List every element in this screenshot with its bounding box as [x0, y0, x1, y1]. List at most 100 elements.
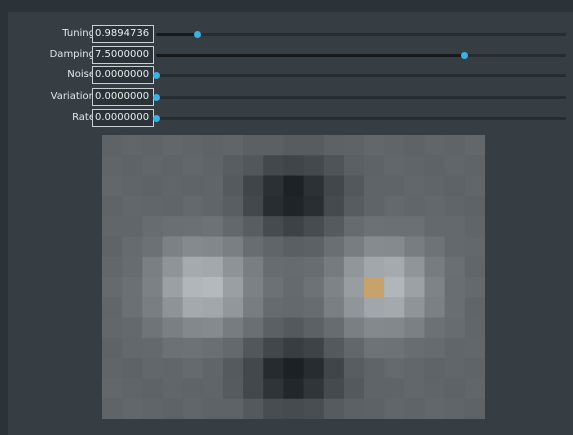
grid-cell[interactable]	[323, 317, 345, 339]
grid-cell[interactable]	[102, 337, 123, 359]
grid-cell[interactable]	[404, 337, 425, 359]
variation-slider[interactable]	[153, 94, 566, 101]
grid-cell[interactable]	[283, 236, 304, 258]
grid-cell[interactable]	[222, 155, 244, 176]
grid-cell[interactable]	[202, 195, 224, 217]
grid-cell[interactable]	[283, 277, 304, 298]
grid-cell[interactable]	[323, 236, 345, 258]
grid-cell[interactable]	[122, 297, 143, 318]
grid-cell[interactable]	[323, 155, 345, 176]
grid-cell[interactable]	[122, 175, 143, 197]
grid-cell[interactable]	[142, 195, 163, 217]
grid-cell[interactable]	[464, 317, 485, 339]
grid-cell[interactable]	[343, 135, 365, 156]
grid-cell[interactable]	[202, 277, 224, 298]
grid-cell[interactable]	[384, 358, 405, 379]
grid-cell[interactable]	[424, 358, 446, 379]
grid-cell[interactable]	[364, 256, 385, 278]
grid-cell[interactable]	[444, 398, 466, 419]
grid-cell[interactable]	[162, 358, 184, 379]
grid-cell[interactable]	[384, 297, 405, 318]
grid-cell[interactable]	[444, 277, 466, 298]
grid-cell[interactable]	[404, 175, 425, 197]
grid-cell[interactable]	[102, 175, 123, 197]
grid-cell[interactable]	[364, 236, 385, 258]
grid-cell[interactable]	[323, 175, 345, 197]
grid-cell[interactable]	[102, 135, 123, 156]
grid-cell[interactable]	[464, 378, 485, 400]
grid-cell[interactable]	[102, 358, 123, 379]
grid-cell[interactable]	[263, 378, 284, 400]
grid-cell[interactable]	[263, 297, 284, 318]
grid-cell[interactable]	[222, 216, 244, 237]
grid-cell[interactable]	[263, 216, 284, 237]
grid-cell[interactable]	[142, 256, 163, 278]
grid-cell[interactable]	[102, 297, 123, 318]
grid-cell[interactable]	[162, 216, 184, 237]
grid-cell[interactable]	[182, 398, 204, 419]
grid-cell[interactable]	[303, 297, 325, 318]
grid-cell[interactable]	[243, 398, 264, 419]
grid-cell[interactable]	[343, 256, 365, 278]
grid-cell[interactable]	[102, 256, 123, 278]
grid-cell[interactable]	[263, 317, 284, 339]
grid-cell[interactable]	[343, 236, 365, 258]
grid-cell[interactable]	[182, 155, 204, 176]
noise-slider[interactable]	[153, 72, 566, 79]
grid-cell[interactable]	[303, 317, 325, 339]
grid-cell[interactable]	[182, 175, 204, 197]
grid-cell[interactable]	[182, 378, 204, 400]
grid-cell[interactable]	[142, 155, 163, 176]
grid-cell[interactable]	[404, 378, 425, 400]
grid-cell[interactable]	[464, 256, 485, 278]
grid-cell[interactable]	[102, 195, 123, 217]
grid-cell[interactable]	[222, 135, 244, 156]
grid-cell[interactable]	[122, 317, 143, 339]
grid-cell[interactable]	[162, 135, 184, 156]
grid-cell[interactable]	[182, 135, 204, 156]
grid-cell[interactable]	[444, 135, 466, 156]
grid-cell[interactable]	[384, 135, 405, 156]
grid-cell[interactable]	[142, 378, 163, 400]
grid-cell[interactable]	[323, 297, 345, 318]
grid-cell[interactable]	[263, 236, 284, 258]
grid-cell[interactable]	[222, 256, 244, 278]
grid-cell[interactable]	[122, 216, 143, 237]
grid-cell[interactable]	[424, 216, 446, 237]
grid-cell[interactable]	[142, 358, 163, 379]
grid-cell[interactable]	[464, 297, 485, 318]
grid-cell[interactable]	[263, 398, 284, 419]
grid-cell[interactable]	[384, 236, 405, 258]
grid-cell[interactable]	[243, 135, 264, 156]
grid-cell[interactable]	[364, 297, 385, 318]
grid-cell[interactable]	[444, 358, 466, 379]
grid-cell[interactable]	[303, 155, 325, 176]
grid-cell[interactable]	[464, 277, 485, 298]
grid-cell[interactable]	[243, 337, 264, 359]
grid-cell[interactable]	[122, 155, 143, 176]
grid-cell[interactable]	[122, 135, 143, 156]
grid-cell[interactable]	[464, 175, 485, 197]
grid-cell[interactable]	[182, 358, 204, 379]
grid-cell[interactable]	[142, 317, 163, 339]
grid-cell[interactable]	[303, 216, 325, 237]
grid-cell[interactable]	[364, 195, 385, 217]
grid-cell[interactable]	[283, 256, 304, 278]
grid-cell[interactable]	[364, 337, 385, 359]
grid-cell[interactable]	[202, 135, 224, 156]
grid-cell[interactable]	[283, 195, 304, 217]
noise-value-field[interactable]: 0.0000000	[92, 66, 154, 84]
grid-cell[interactable]	[162, 195, 184, 217]
grid-cell[interactable]	[243, 317, 264, 339]
grid-cell[interactable]	[283, 135, 304, 156]
rate-slider-handle[interactable]	[153, 115, 160, 122]
grid-cell[interactable]	[283, 216, 304, 237]
grid-cell[interactable]	[222, 175, 244, 197]
grid-cell[interactable]	[424, 277, 446, 298]
grid-cell[interactable]	[182, 297, 204, 318]
grid-cell[interactable]	[182, 277, 204, 298]
grid-cell[interactable]	[243, 175, 264, 197]
field-grid-display[interactable]	[102, 135, 485, 419]
grid-cell[interactable]	[404, 277, 425, 298]
grid-cell[interactable]	[444, 297, 466, 318]
